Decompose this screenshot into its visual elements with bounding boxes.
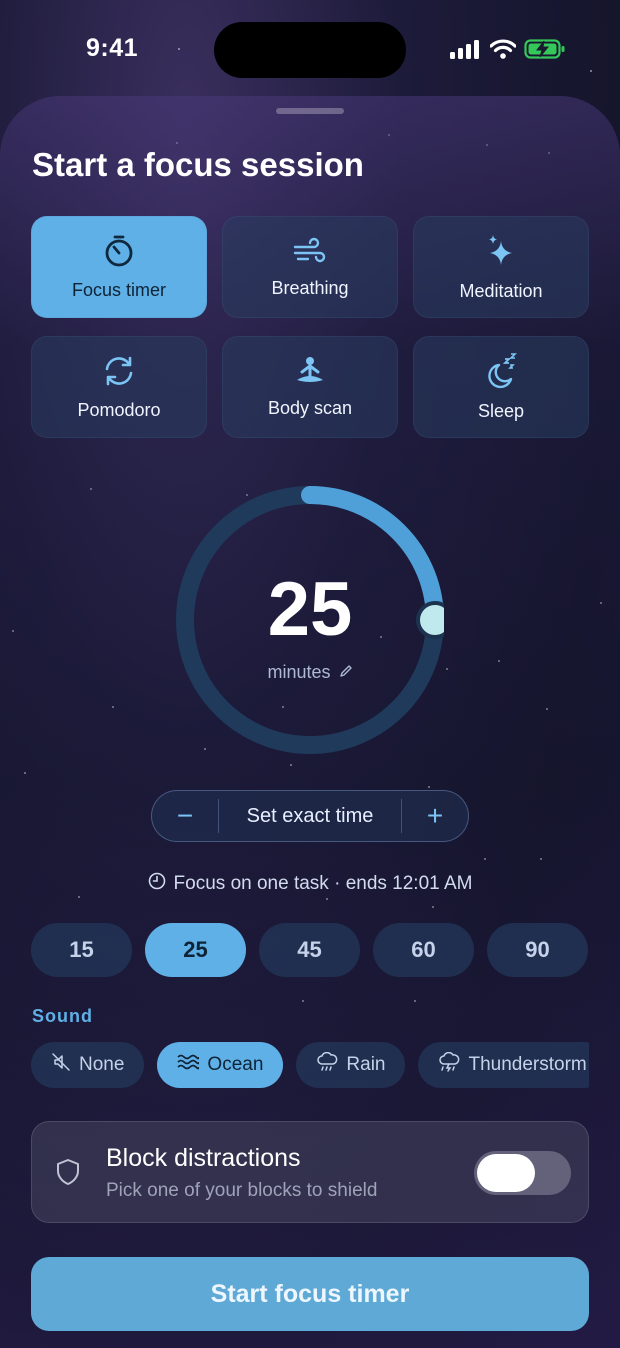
preset-45[interactable]: 45: [259, 923, 360, 977]
mode-sleep[interactable]: Sleep: [413, 336, 589, 438]
mode-focus-timer[interactable]: Focus timer: [31, 216, 207, 318]
sound-option-label: Ocean: [207, 1054, 264, 1075]
sound-option-rain[interactable]: Rain: [296, 1042, 406, 1088]
duration-presets: 15 25 45 60 90: [31, 923, 589, 977]
decrease-time-button[interactable]: −: [152, 791, 218, 841]
sparkles-icon: [484, 233, 518, 269]
sound-option-label: Rain: [346, 1054, 386, 1075]
preset-15[interactable]: 15: [31, 923, 132, 977]
sound-option-label: None: [79, 1054, 125, 1075]
sound-heading: Sound: [32, 1006, 93, 1026]
storm-cloud-icon: [438, 1051, 460, 1078]
sound-option-thunderstorm[interactable]: Thunderstorm: [418, 1042, 589, 1088]
page-title: Start a focus session: [32, 146, 364, 183]
start-focus-timer-button[interactable]: Start focus timer: [31, 1257, 589, 1331]
preset-90[interactable]: 90: [487, 923, 588, 977]
battery-charging-icon: [524, 38, 566, 65]
cellular-signal-icon: [450, 39, 482, 64]
dynamic-island: [214, 22, 406, 78]
timer-value: 25: [267, 567, 353, 652]
wifi-icon: [489, 39, 517, 64]
status-time: 9:41: [86, 34, 139, 62]
pencil-icon: [339, 662, 353, 683]
clock-icon: [148, 872, 166, 896]
mode-label: Breathing: [271, 277, 349, 298]
status-bar: 9:41: [0, 0, 620, 100]
preset-60[interactable]: 60: [373, 923, 474, 977]
rain-cloud-icon: [316, 1051, 338, 1078]
preset-25[interactable]: 25: [145, 923, 246, 977]
mode-breathing[interactable]: Breathing: [222, 216, 398, 318]
session-info-text: Focus on one task · ends 12:01 AM: [173, 873, 473, 894]
session-info: Focus on one task · ends 12:01 AM: [0, 872, 620, 896]
mode-label: Body scan: [267, 397, 353, 418]
time-stepper: − Set exact time +: [151, 790, 469, 842]
mode-label: Sleep: [477, 400, 525, 421]
sound-option-ocean[interactable]: Ocean: [157, 1042, 284, 1088]
timer-unit: minutes: [267, 662, 331, 682]
mode-label: Pomodoro: [77, 399, 161, 420]
block-distractions-title: Block distractions: [106, 1144, 301, 1172]
sheet-grabber[interactable]: [276, 108, 344, 114]
sound-option-label: Thunderstorm: [468, 1054, 587, 1075]
moon-zzz-icon: [483, 352, 519, 389]
cycle-icon: [101, 354, 137, 388]
mode-label: Meditation: [459, 280, 543, 301]
status-icons: [450, 38, 566, 65]
wind-icon: [292, 236, 328, 266]
timer-unit-row[interactable]: minutes: [176, 662, 444, 683]
toggle-knob: [477, 1154, 535, 1192]
block-distractions-toggle[interactable]: [474, 1151, 571, 1195]
increase-time-button[interactable]: +: [402, 791, 468, 841]
mode-pomodoro[interactable]: Pomodoro: [31, 336, 207, 438]
speaker-muted-icon: [51, 1052, 71, 1078]
shield-icon: [56, 1158, 80, 1191]
waves-icon: [177, 1053, 201, 1077]
sound-options[interactable]: None Ocean Rain Thunderstorm: [31, 1042, 589, 1090]
mode-meditation[interactable]: Meditation: [413, 216, 589, 318]
mode-body-scan[interactable]: Body scan: [222, 336, 398, 438]
sound-option-none[interactable]: None: [31, 1042, 145, 1088]
mode-grid: Focus timer Breathing Meditation Pomodor…: [31, 216, 589, 438]
mode-label: Focus timer: [71, 279, 167, 300]
block-distractions-card[interactable]: Block distractions Pick one of your bloc…: [31, 1121, 589, 1223]
set-exact-time-button[interactable]: Set exact time: [218, 799, 402, 833]
block-distractions-subtitle: Pick one of your blocks to shield: [106, 1180, 378, 1201]
timer-icon: [102, 234, 136, 268]
meditating-figure-icon: [292, 356, 328, 386]
